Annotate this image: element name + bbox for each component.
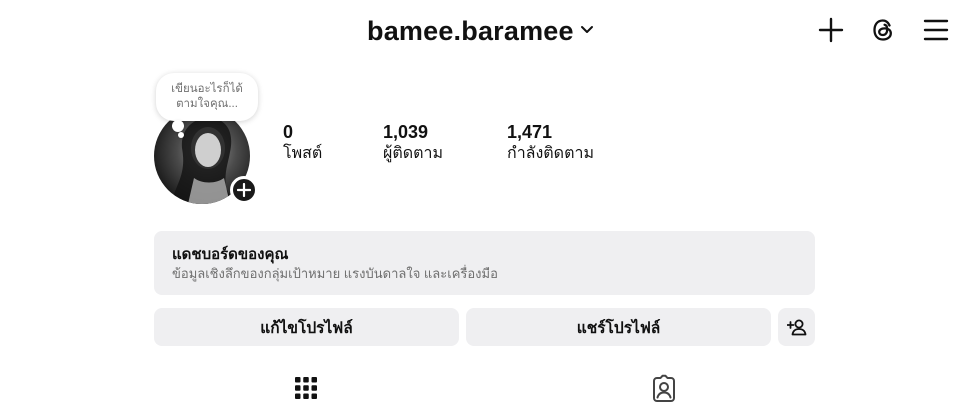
stat-label: กำลังติดตาม: [507, 145, 594, 162]
note-bubble-tail-small: [178, 132, 184, 138]
account-switcher[interactable]: bamee.baramee: [367, 14, 594, 48]
note-text-line-2: ตามใจคุณ...: [176, 98, 238, 110]
stat-posts[interactable]: 0 โพสต์: [283, 121, 322, 165]
stat-value: 1,039: [383, 122, 429, 142]
menu-icon[interactable]: [920, 14, 952, 46]
plus-icon: [237, 183, 251, 197]
stat-followers[interactable]: 1,039 ผู้ติดตาม: [383, 121, 443, 165]
threads-icon[interactable]: [867, 14, 899, 46]
plus-icon[interactable]: [815, 14, 847, 46]
tab-tagged[interactable]: [649, 373, 679, 403]
note-bubble[interactable]: เขียนอะไรก็ได้ ตามใจคุณ...: [156, 73, 258, 121]
stat-label: ผู้ติดตาม: [383, 145, 444, 162]
stat-value: 1,471: [507, 122, 553, 142]
dashboard-title: แดชบอร์ดของคุณ: [172, 246, 289, 263]
note-text-line-1: เขียนอะไรก็ได้: [171, 83, 243, 95]
username: bamee.baramee: [367, 15, 574, 46]
share-profile-button[interactable]: แชร์โปรไฟล์: [466, 308, 771, 346]
tagged-icon: [653, 374, 675, 402]
stat-label: โพสต์: [283, 145, 323, 162]
add-person-icon: [786, 319, 806, 336]
discover-people-button[interactable]: [778, 308, 815, 346]
add-story-button[interactable]: [230, 176, 258, 204]
grid-icon: [295, 377, 317, 399]
stat-value: 0: [283, 122, 294, 142]
professional-dashboard[interactable]: แดชบอร์ดของคุณ ข้อมูลเชิงลึกของกลุ่มเป้า…: [154, 231, 815, 295]
edit-profile-button[interactable]: แก้ไขโปรไฟล์: [154, 308, 459, 346]
stat-following[interactable]: 1,471 กำลังติดตาม: [507, 121, 594, 165]
note-bubble-tail: [172, 120, 184, 132]
tab-posts-grid[interactable]: [291, 373, 321, 403]
dashboard-subtitle: ข้อมูลเชิงลึกของกลุ่มเป้าหมาย แรงบันดาลใ…: [172, 266, 498, 281]
avatar-container[interactable]: [154, 108, 260, 204]
chevron-down-icon: [580, 22, 594, 40]
top-bar: bamee.baramee: [0, 0, 969, 62]
